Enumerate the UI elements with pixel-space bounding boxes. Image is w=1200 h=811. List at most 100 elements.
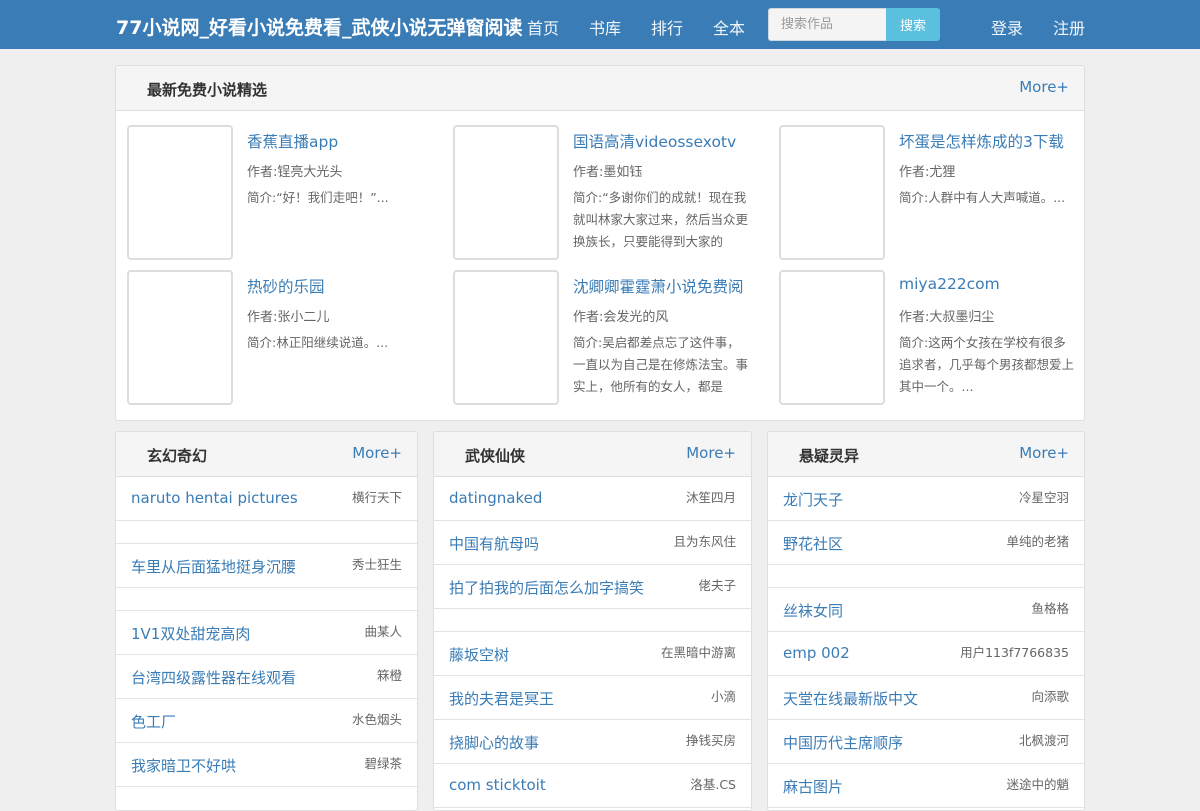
list-item[interactable]: 藤坂空树 在黑暗中游离 — [434, 632, 751, 676]
nav-complete-link[interactable]: 全本 — [713, 15, 745, 39]
book-title-link[interactable]: 香蕉直播app — [247, 130, 338, 152]
book-author: 佬夫子 — [698, 578, 736, 593]
book-title-link[interactable]: 藤坂空树 — [449, 644, 509, 665]
book-title-link[interactable]: datingnaked — [449, 489, 542, 507]
book-author: 水色烟头 — [351, 712, 402, 727]
book-author: 作者:锃亮大光头 — [247, 165, 343, 180]
book-title-link[interactable]: 野花社区 — [783, 533, 843, 554]
featured-item[interactable]: 香蕉直播app 作者:锃亮大光头 简介:“好！我们走吧！”... — [127, 125, 453, 261]
category-panel-title: 悬疑灵异 — [799, 447, 860, 465]
site-title-link[interactable]: 77小说网_好看小说免费看_武侠小说无弹窗阅读 — [116, 13, 522, 40]
book-cover[interactable] — [127, 270, 233, 405]
book-description: 简介:林正阳继续说道。... — [247, 335, 389, 350]
book-author: 在黑暗中游离 — [660, 645, 736, 660]
book-list: naruto hentai pictures 横行天下 车里从后面猛地挺身沉腰 秀士狂… — [116, 477, 417, 787]
book-title-link[interactable]: emp 002 — [783, 644, 850, 662]
book-title-link[interactable]: 天堂在线最新版中文 — [783, 688, 918, 709]
list-item[interactable]: 台湾四级露性器在线观看 箖橙 — [116, 655, 417, 699]
category-panel-wuxia: 武侠仙侠 More+ datingnaked 沐笙四月 中国有航母吗 且为东风住 拍了拍… — [433, 431, 752, 811]
book-author: 且为东风住 — [673, 534, 736, 549]
list-item[interactable]: 我家暗卫不好哄 碧绿茶 — [116, 743, 417, 787]
book-cover[interactable] — [453, 270, 559, 405]
list-item[interactable]: 龙门天子 冷星空羽 — [768, 477, 1084, 521]
featured-item[interactable]: 国语高清videossexotv 作者:墨如钰 简介:“多谢你们的成就！现在我就… — [453, 125, 779, 261]
nav-home-link[interactable]: 首页 — [527, 15, 559, 39]
list-item[interactable]: 拍了拍我的后面怎么加字搞笑 佬夫子 — [434, 565, 751, 609]
book-title-link[interactable]: 丝袜女同 — [783, 600, 843, 621]
category-panel-title: 玄幻奇幻 — [147, 447, 208, 465]
book-list: 龙门天子 冷星空羽野花社区 单纯的老猪丝袜女同 鱼格格 emp 002 用户113f776… — [768, 477, 1084, 808]
list-item[interactable]: 色工厂 水色烟头 — [116, 699, 417, 743]
category-panel-header: 玄幻奇幻 More+ — [116, 432, 417, 477]
book-title-link[interactable]: miya222com — [899, 275, 1000, 293]
list-item[interactable]: com sticktoit 洛基.CS — [434, 764, 751, 808]
list-spacer — [768, 565, 1084, 588]
list-item[interactable]: 中国有航母吗 且为东风住 — [434, 521, 751, 565]
featured-item[interactable]: 坏蛋是怎样炼成的3下载 作者:尤狸 简介:人群中有人大声喊道。... — [779, 125, 1084, 261]
book-title-link[interactable]: 中国有航母吗 — [449, 533, 539, 554]
book-author: 洛基.CS — [690, 777, 736, 792]
register-link[interactable]: 注册 — [1053, 15, 1085, 39]
book-title-link[interactable]: naruto hentai pictures — [131, 489, 298, 507]
list-item[interactable]: 挠脚心的故事 挣钱买房 — [434, 720, 751, 764]
list-item[interactable]: 车里从后面猛地挺身沉腰 秀士狂生 — [116, 544, 417, 588]
book-list: datingnaked 沐笙四月中国有航母吗 且为东风住拍了拍我的后面怎么加字搞笑 佬… — [434, 477, 751, 808]
book-cover[interactable] — [127, 125, 233, 260]
book-author: 鱼格格 — [1031, 601, 1069, 616]
list-spacer — [434, 609, 751, 632]
book-title-link[interactable]: 挠脚心的故事 — [449, 732, 539, 753]
list-item[interactable]: 野花社区 单纯的老猪 — [768, 521, 1084, 565]
list-item[interactable]: 1V1双处甜宠高肉 曲某人 — [116, 611, 417, 655]
book-title-link[interactable]: 我的夫君是冥王 — [449, 688, 554, 709]
book-cover[interactable] — [779, 125, 885, 260]
search-button[interactable]: 搜索 — [886, 8, 940, 41]
book-title-link[interactable]: com sticktoit — [449, 776, 546, 794]
list-item[interactable]: 麻古图片 迷途中的魈 — [768, 764, 1084, 808]
featured-item[interactable]: miya222com 作者:大叔墨归尘 简介:这两个女孩在学校有很多追求者，几乎… — [779, 270, 1084, 406]
book-title-link[interactable]: 台湾四级露性器在线观看 — [131, 667, 296, 688]
search-input[interactable] — [768, 8, 886, 41]
book-title-link[interactable]: 国语高清videossexotv — [573, 130, 736, 152]
featured-more-link[interactable]: More+ — [1019, 78, 1069, 96]
book-title-link[interactable]: 色工厂 — [131, 711, 176, 732]
list-item[interactable]: emp 002 用户113f7766835 — [768, 632, 1084, 676]
featured-item[interactable]: 沈卿卿霍霆萧小说免费阅 作者:会发光的风 简介:吴启都差点忘了这件事，一直以为自… — [453, 270, 779, 406]
list-item[interactable]: naruto hentai pictures 横行天下 — [116, 477, 417, 521]
book-title-link[interactable]: 沈卿卿霍霆萧小说免费阅 — [573, 275, 744, 297]
book-title-link[interactable]: 龙门天子 — [783, 489, 843, 510]
nav-ranking-link[interactable]: 排行 — [651, 15, 683, 39]
featured-panel: 最新免费小说精选 More+ 香蕉直播app 作者:锃亮大光头 简介:“好！我们… — [115, 65, 1085, 421]
book-title-link[interactable]: 热砂的乐园 — [247, 275, 325, 297]
list-item[interactable]: 丝袜女同 鱼格格 — [768, 588, 1084, 632]
book-cover[interactable] — [453, 125, 559, 260]
list-item[interactable]: 中国历代主席顺序 北枫渡河 — [768, 720, 1084, 764]
nav-library-link[interactable]: 书库 — [589, 15, 621, 39]
book-author: 北枫渡河 — [1018, 733, 1069, 748]
login-link[interactable]: 登录 — [991, 15, 1023, 39]
book-author: 单纯的老猪 — [1006, 534, 1069, 549]
list-item[interactable]: 天堂在线最新版中文 向添歌 — [768, 676, 1084, 720]
category-panel-xuanhuan: 玄幻奇幻 More+ naruto hentai pictures 横行天下 车里从… — [115, 431, 418, 811]
book-author: 沐笙四月 — [685, 490, 736, 505]
book-author: 作者:张小二儿 — [247, 310, 330, 325]
book-title-link[interactable]: 拍了拍我的后面怎么加字搞笑 — [449, 577, 644, 598]
book-title-link[interactable]: 麻古图片 — [783, 776, 843, 797]
list-item[interactable]: datingnaked 沐笙四月 — [434, 477, 751, 521]
featured-item[interactable]: 热砂的乐园 作者:张小二儿 简介:林正阳继续说道。... — [127, 270, 453, 406]
category-more-link[interactable]: More+ — [352, 444, 402, 462]
list-item[interactable]: 我的夫君是冥王 小滴 — [434, 676, 751, 720]
book-title-link[interactable]: 坏蛋是怎样炼成的3下载 — [899, 130, 1064, 152]
category-more-link[interactable]: More+ — [686, 444, 736, 462]
book-description: 简介:人群中有人大声喊道。... — [899, 190, 1066, 205]
book-cover[interactable] — [779, 270, 885, 405]
book-title-link[interactable]: 中国历代主席顺序 — [783, 732, 903, 753]
category-panel-xuanyi: 悬疑灵异 More+ 龙门天子 冷星空羽野花社区 单纯的老猪丝袜女同 鱼格格 emp 0… — [767, 431, 1085, 811]
category-more-link[interactable]: More+ — [1019, 444, 1069, 462]
book-description: 简介:这两个女孩在学校有很多追求者，几乎每个男孩都想爱上其中一个。... — [899, 335, 1075, 394]
list-spacer — [116, 521, 417, 544]
book-title-link[interactable]: 1V1双处甜宠高肉 — [131, 623, 250, 644]
book-author: 迷途中的魈 — [1006, 777, 1069, 792]
book-title-link[interactable]: 我家暗卫不好哄 — [131, 755, 236, 776]
category-panel-header: 悬疑灵异 More+ — [768, 432, 1084, 477]
book-title-link[interactable]: 车里从后面猛地挺身沉腰 — [131, 556, 296, 577]
